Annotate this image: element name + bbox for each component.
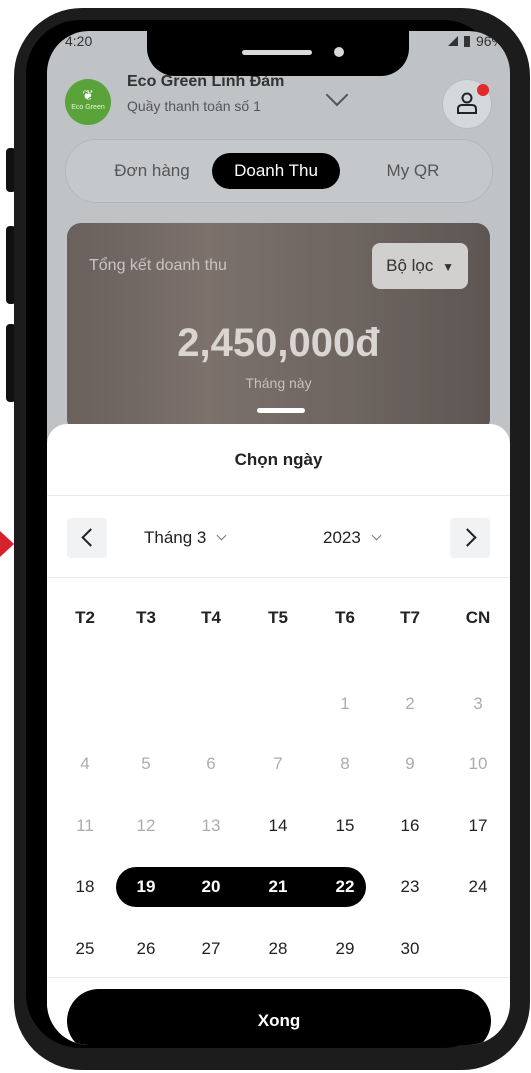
calendar-day[interactable]: 2 [390, 687, 430, 721]
calendar-day[interactable]: 17 [458, 809, 498, 843]
filter-button[interactable]: Bộ lọc ▼ [372, 243, 468, 289]
year-value: 2023 [323, 528, 361, 547]
prev-month-button[interactable] [67, 518, 107, 558]
revenue-period: Tháng này [245, 375, 312, 391]
status-indicators: 96% [447, 33, 504, 49]
tab-my-qr[interactable]: My QR [358, 153, 468, 189]
battery-icon [463, 35, 470, 47]
signal-icon [447, 36, 458, 46]
summary-title: Tổng kết doanh thu [89, 257, 227, 274]
done-button[interactable]: Xong [67, 989, 491, 1045]
month-select[interactable]: Tháng 3 [144, 528, 227, 548]
calendar-day[interactable]: 11 [65, 809, 105, 843]
calendar-day[interactable]: 26 [126, 932, 166, 966]
calendar-day[interactable]: 4 [65, 747, 105, 781]
calendar-day[interactable]: 23 [390, 870, 430, 904]
month-value: Tháng 3 [144, 528, 207, 547]
calendar-day[interactable]: 3 [458, 687, 498, 721]
calendar-day[interactable]: 6 [191, 747, 231, 781]
revenue-amount: 2,450,000đ [177, 321, 380, 365]
app-header: ❦ Eco Green Eco Green Linh Đàm Quầy than… [65, 71, 492, 129]
revenue-summary-card: Tổng kết doanh thu Bộ lọc ▼ 2,450,000đ T… [67, 223, 490, 433]
weekday-label: CN [465, 608, 491, 627]
status-time: 4:20 [65, 33, 93, 49]
weekday-label: T7 [400, 608, 420, 627]
weekday-label: T4 [201, 608, 221, 627]
chevron-left-icon [81, 528, 100, 547]
chevron-right-icon [458, 528, 477, 547]
calendar-day[interactable]: 28 [258, 932, 298, 966]
calendar-day[interactable]: 22 [325, 870, 365, 904]
front-camera [334, 47, 344, 57]
calendar-day[interactable]: 25 [65, 932, 105, 966]
calendar-day[interactable]: 8 [325, 747, 365, 781]
account-button[interactable] [442, 79, 492, 129]
sheet-grabber[interactable] [257, 408, 305, 413]
weekday-label: T3 [136, 608, 156, 627]
calendar-day[interactable]: 7 [258, 747, 298, 781]
tab-don-hang[interactable]: Đơn hàng [96, 153, 208, 189]
calendar-day[interactable]: 12 [126, 809, 166, 843]
filter-label: Bộ lọc [386, 256, 434, 275]
notification-dot [477, 84, 489, 96]
logo-text: Eco Green [71, 104, 105, 111]
app-screen: 4:20 96% ❦ Eco Green Eco Green Linh Đàm … [47, 31, 510, 1045]
calendar-day[interactable]: 1 [325, 687, 365, 721]
divider [47, 977, 510, 978]
segment-tabs: Đơn hàng Doanh Thu My QR [65, 139, 493, 203]
leaf-icon: ❦ [82, 87, 94, 103]
speaker-grille [242, 50, 312, 55]
chevron-down-icon[interactable] [325, 83, 349, 107]
divider [47, 495, 510, 496]
calendar-day[interactable]: 14 [258, 809, 298, 843]
divider [47, 577, 510, 578]
calendar-day[interactable]: 20 [191, 870, 231, 904]
weekday-label: T2 [75, 608, 95, 627]
user-icon [457, 92, 477, 114]
year-select[interactable]: 2023 [323, 528, 382, 548]
weekday-label: T6 [335, 608, 355, 627]
counter-name: Quầy thanh toán số 1 [127, 98, 261, 114]
calendar-day[interactable]: 9 [390, 747, 430, 781]
calendar-day[interactable]: 29 [325, 932, 365, 966]
calendar-day[interactable]: 18 [65, 870, 105, 904]
pointer-arrow-icon [0, 531, 14, 557]
calendar-day[interactable]: 24 [458, 870, 498, 904]
sheet-title: Chọn ngày [234, 450, 323, 469]
calendar-day[interactable]: 16 [390, 809, 430, 843]
next-month-button[interactable] [450, 518, 490, 558]
calendar-day[interactable]: 30 [390, 932, 430, 966]
chevron-down-icon [371, 530, 382, 541]
calendar-day[interactable]: 5 [126, 747, 166, 781]
tab-doanh-thu[interactable]: Doanh Thu [212, 153, 340, 189]
calendar-day[interactable]: 15 [325, 809, 365, 843]
chevron-down-icon [216, 530, 227, 541]
calendar-day[interactable]: 10 [458, 747, 498, 781]
calendar-day[interactable]: 27 [191, 932, 231, 966]
battery-percent: 96% [475, 33, 504, 49]
date-picker-sheet: Chọn ngày Tháng 3 2023 T2 T3 T4 T5 T6 T7 CN 12… [47, 424, 510, 1045]
chevron-down-icon: ▼ [442, 260, 454, 274]
calendar-day[interactable]: 21 [258, 870, 298, 904]
store-logo: ❦ Eco Green [65, 79, 111, 125]
calendar-day[interactable]: 13 [191, 809, 231, 843]
weekday-label: T5 [268, 608, 288, 627]
notch [147, 31, 409, 76]
calendar-day[interactable]: 19 [126, 870, 166, 904]
